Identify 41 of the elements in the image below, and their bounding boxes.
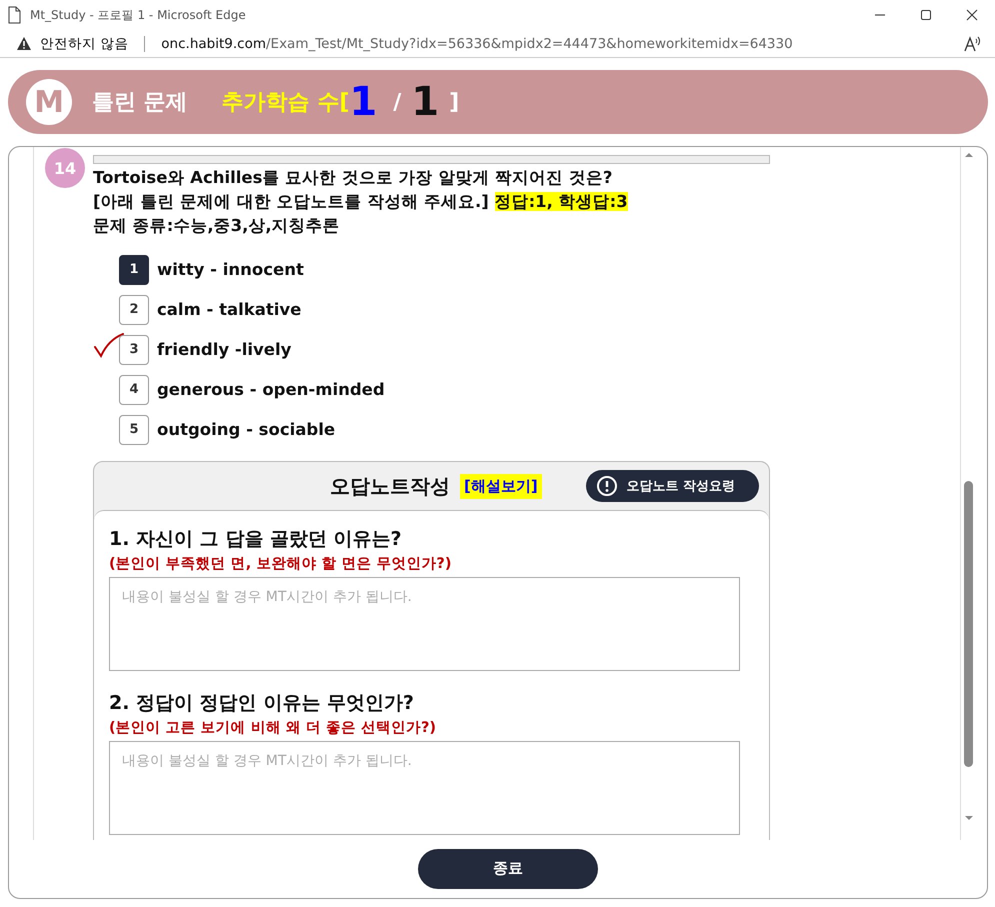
answer-info: 정답:1, 학생답:3 bbox=[494, 192, 628, 211]
question-number-badge: 14 bbox=[45, 148, 85, 188]
page-title: 틀린 문제 bbox=[92, 89, 188, 117]
choice-number[interactable]: 1 bbox=[119, 255, 149, 285]
count-separator: / bbox=[393, 90, 402, 114]
choice-text[interactable]: friendly -lively bbox=[157, 338, 292, 362]
close-icon[interactable] bbox=[966, 9, 978, 21]
section-hint: (본인이 부족했던 면, 보완해야 할 면은 무엇인가?) bbox=[109, 555, 452, 574]
choice-text[interactable]: outgoing - sociable bbox=[157, 418, 336, 442]
page-icon bbox=[6, 6, 22, 24]
choice-number[interactable]: 4 bbox=[119, 375, 149, 405]
choice-text[interactable]: witty - innocent bbox=[157, 258, 304, 282]
choice-text[interactable]: generous - open-minded bbox=[157, 378, 385, 402]
choice-number[interactable]: 2 bbox=[119, 295, 149, 325]
end-button[interactable]: 종료 bbox=[418, 848, 598, 888]
instruction-text: [아래 틀린 문제에 대한 오답노트를 작성해 주세요.] bbox=[93, 192, 489, 211]
choice-text[interactable]: calm - talkative bbox=[157, 298, 302, 322]
guide-button[interactable]: 오답노트 작성요령 bbox=[586, 470, 759, 502]
warning-icon bbox=[16, 36, 32, 51]
answer-box[interactable]: 내용이 불성실 할 경우 MT시간이 추가 됩니다. bbox=[109, 741, 740, 835]
section-question: 1. 자신이 그 답을 골랐던 이유는? bbox=[109, 527, 403, 552]
bracket-text: ] bbox=[449, 90, 460, 114]
read-aloud-icon[interactable] bbox=[964, 36, 981, 52]
note-title: 오답노트작성 bbox=[330, 472, 450, 500]
security-label[interactable]: 안전하지 않음 bbox=[40, 34, 128, 52]
choice-number[interactable]: 5 bbox=[119, 415, 149, 445]
answer-box[interactable]: 내용이 불성실 할 경우 MT시간이 추가 됩니다. bbox=[109, 577, 740, 671]
maximize-icon[interactable] bbox=[920, 9, 932, 21]
section-hint: (본인이 고른 보기에 비해 왜 더 좋은 선택인가?) bbox=[109, 719, 438, 738]
current-count: 1 bbox=[349, 82, 378, 122]
extra-study-label: 추가학습 수[ bbox=[222, 89, 350, 117]
logo: M bbox=[26, 79, 72, 125]
explanation-link[interactable]: [해설보기] bbox=[460, 474, 542, 498]
total-count: 1 bbox=[411, 82, 440, 122]
question-category: 문제 종류:수능,중3,상,지칭추론 bbox=[93, 215, 341, 237]
choice-number[interactable]: 3 bbox=[119, 335, 149, 365]
url-text[interactable]: onc.habit9.com/Exam_Test/Mt_Study?idx=56336&mpidx2=44473&homeworkitemidx=64330 bbox=[161, 36, 793, 52]
question-text: Tortoise와 Achilles를 묘사한 것으로 가장 알맞게 짝지어진 것은? bbox=[93, 167, 614, 189]
window-title: Mt_Study - 프로필 1 - Microsoft Edge bbox=[30, 6, 246, 24]
exclamation-icon bbox=[596, 475, 618, 497]
section-question: 2. 정답이 정답인 이유는 무엇인가? bbox=[109, 691, 415, 716]
